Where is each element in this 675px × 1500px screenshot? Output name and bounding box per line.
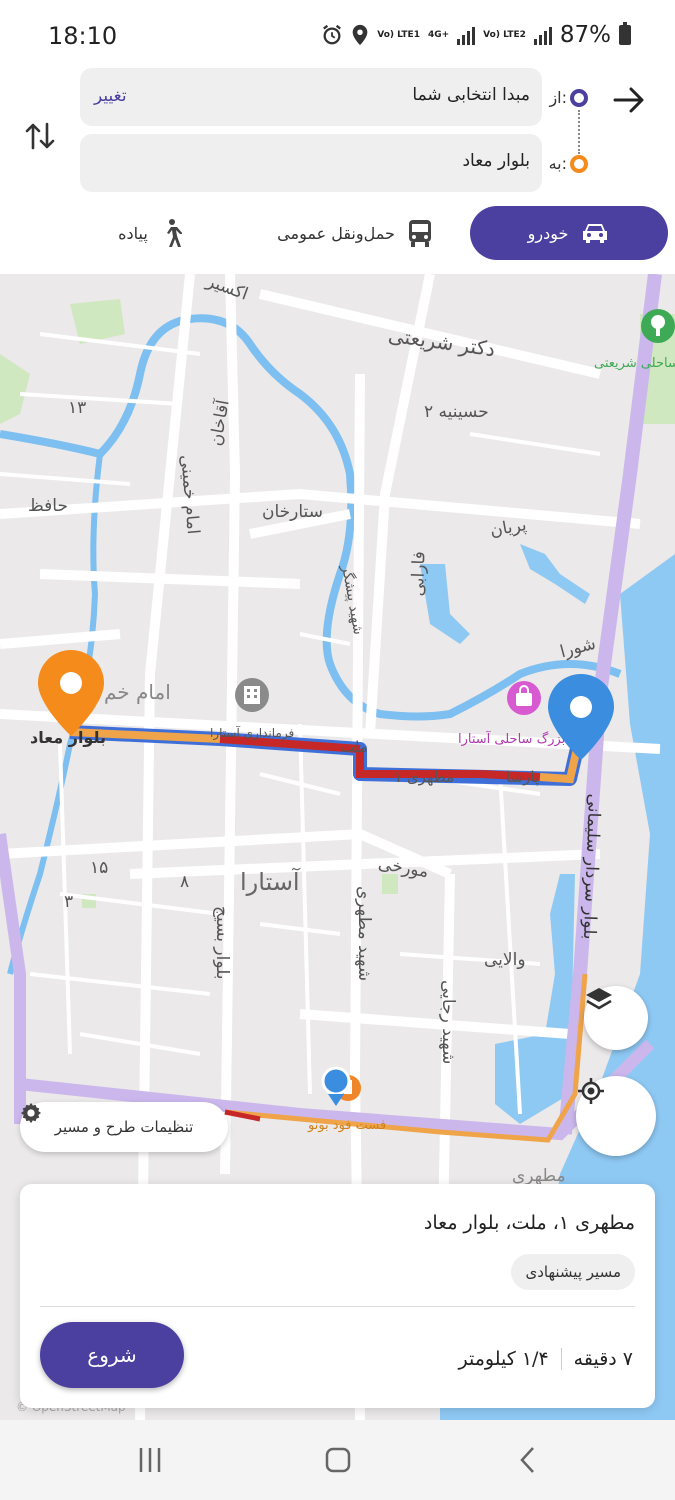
bus-icon	[408, 220, 431, 247]
street-label: ۱۵	[90, 858, 109, 878]
trip-info: ۷ دقیقه ۱/۴ کیلومتر	[459, 1348, 633, 1370]
car-icon	[583, 224, 608, 243]
destination-pin-icon[interactable]	[36, 648, 106, 738]
street-label: شهید مطهری	[354, 886, 374, 982]
trip-distance: ۱/۴ کیلومتر	[458, 1348, 549, 1370]
destination-label: به:	[548, 154, 567, 173]
crosshair-icon	[578, 1078, 604, 1104]
alarm-icon	[323, 24, 342, 45]
poi-label: فرمانداری آستارا	[210, 726, 295, 740]
change-origin-link[interactable]: تغییر	[94, 86, 127, 106]
status-bar: 18:10 Vo) LTE1 4G+ Vo) LTE2 87%	[0, 0, 675, 70]
origin-label: از:	[549, 88, 567, 107]
home-button[interactable]	[318, 1440, 358, 1480]
origin-pin-icon[interactable]	[546, 672, 616, 762]
destination-label: بلوار معاد	[30, 728, 106, 747]
home-icon	[325, 1447, 351, 1473]
arrow-right-icon[interactable]	[611, 82, 647, 118]
route-title: مطهری ۱، ملت، بلوار معاد	[423, 1212, 635, 1234]
screen: 18:10 Vo) LTE1 4G+ Vo) LTE2 87% مبدا انت…	[0, 0, 675, 1500]
location-icon	[352, 24, 368, 46]
recent-apps-icon	[139, 1448, 161, 1472]
trip-duration: ۷ دقیقه	[573, 1348, 633, 1370]
tab-car-label: خودرو	[527, 223, 569, 243]
street-label: بلوار بسیج	[212, 906, 232, 980]
network-4g-label: 4G+	[427, 30, 450, 40]
battery-icon	[619, 22, 631, 45]
poi-label: امام خم	[104, 680, 171, 704]
layers-icon	[586, 988, 612, 1010]
start-navigation-button[interactable]: شروع	[40, 1322, 184, 1388]
status-icons: Vo) LTE1 4G+ Vo) LTE2 87%	[321, 22, 631, 48]
origin-field[interactable]: مبدا انتخابی شما تغییر	[80, 68, 542, 126]
origin-dot-icon	[570, 89, 588, 107]
shopping-bag-icon[interactable]	[506, 680, 542, 720]
street-label: ۳	[64, 892, 74, 912]
street-label: شهید رجایی	[438, 980, 458, 1065]
swap-vertical-icon[interactable]	[22, 118, 58, 154]
destination-value: بلوار معاد	[462, 151, 530, 171]
street-label: فارابی	[408, 550, 430, 597]
walking-icon	[166, 219, 182, 247]
back-button[interactable]	[508, 1440, 548, 1480]
tab-transit[interactable]: حمل‌ونقل عمومی	[270, 206, 440, 260]
street-label: حسینیه ۲	[424, 402, 489, 422]
signal-icon	[533, 25, 552, 45]
gear-icon	[20, 1102, 42, 1124]
street-label: ملت	[340, 738, 368, 756]
network-label-1: Vo) LTE1	[377, 30, 420, 40]
chevron-left-icon	[520, 1447, 534, 1473]
system-nav-bar	[0, 1420, 675, 1500]
destination-field[interactable]: بلوار معاد	[80, 134, 542, 192]
route-summary-sheet: مطهری ۱، ملت، بلوار معاد مسیر پیشنهادی ش…	[20, 1184, 655, 1408]
battery-percent: 87%	[559, 22, 611, 48]
street-label: حافظ	[28, 496, 68, 516]
tab-car[interactable]: خودرو	[470, 206, 668, 260]
route-connector	[578, 110, 580, 154]
route-header: مبدا انتخابی شما تغییر بلوار معاد از: به…	[0, 62, 675, 274]
poi-label: فست فود بونو	[308, 1118, 387, 1133]
tab-transit-label: حمل‌ونقل عمومی	[277, 223, 395, 243]
destination-dot-icon	[570, 155, 588, 173]
street-label: ستارخان	[262, 502, 323, 522]
restaurant-poi-icon[interactable]	[320, 1064, 366, 1110]
tab-walk[interactable]: پیاده	[100, 206, 200, 260]
tree-park-icon[interactable]	[640, 308, 675, 348]
origin-value: مبدا انتخابی شما	[412, 85, 530, 105]
my-location-button[interactable]	[576, 1076, 656, 1156]
route-settings-button[interactable]: تنظیمات طرح و مسیر	[20, 1102, 228, 1152]
status-time: 18:10	[48, 22, 118, 50]
government-building-icon[interactable]	[234, 677, 270, 717]
travel-mode-tabs: خودرو حمل‌ونقل عمومی پیاده	[0, 206, 675, 262]
street-label: مطهری ۱	[394, 768, 455, 786]
street-label: ۸	[180, 872, 190, 892]
recent-apps-button[interactable]	[130, 1440, 170, 1480]
layers-button[interactable]	[584, 986, 648, 1050]
street-label: مطهری	[512, 1166, 566, 1186]
poi-label: بزرگ ساحلی آستارا	[458, 732, 566, 747]
street-label: ۱۳	[68, 398, 87, 418]
signal-icon	[457, 25, 476, 45]
network-label-2: Vo) LTE2	[483, 30, 526, 40]
route-settings-label: تنظیمات طرح و مسیر	[54, 1118, 194, 1136]
divider	[40, 1306, 635, 1307]
tab-walk-label: پیاده	[118, 223, 148, 243]
street-label: پارسا	[506, 768, 540, 786]
suggested-route-badge: مسیر پیشنهادی	[511, 1254, 635, 1290]
poi-label: ساحلی شریعتی	[594, 356, 675, 371]
divider	[560, 1348, 562, 1370]
city-label: آستارا	[240, 868, 300, 896]
street-label: والایی	[484, 950, 526, 970]
